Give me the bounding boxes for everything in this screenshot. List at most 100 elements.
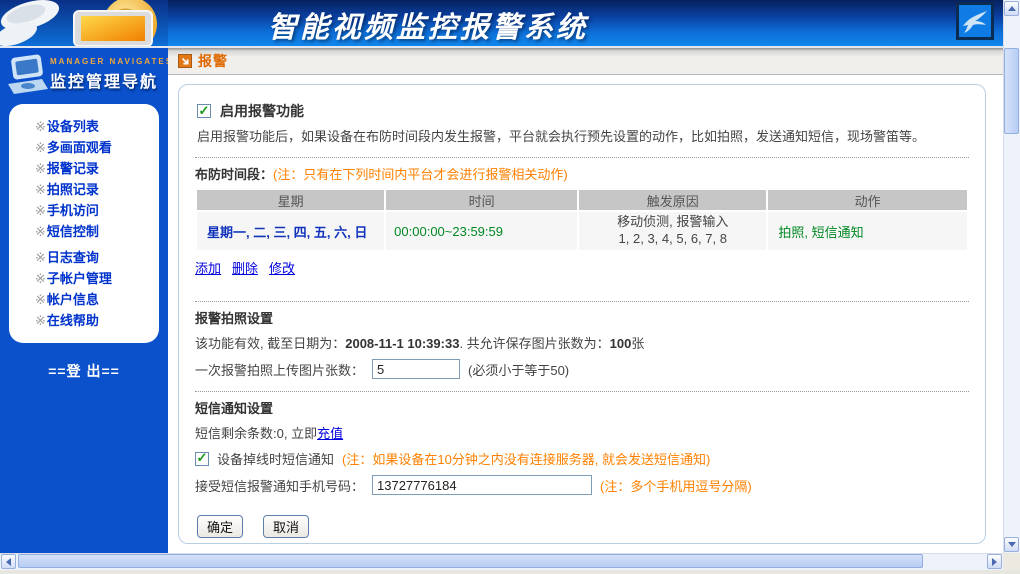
section-header: 报警 (168, 48, 1003, 75)
offline-sms-label: 设备掉线时短信通知 (217, 449, 334, 468)
max-count: 100 (610, 336, 632, 351)
chevron-down-icon (1008, 542, 1016, 547)
laptop-icon (4, 54, 50, 96)
phone-number-note: (注：多个手机用逗号分隔) (600, 476, 752, 495)
asterisk-icon: ※ (35, 271, 46, 286)
sidebar-item-label: 报警记录 (47, 161, 99, 176)
sidebar-item-label: 多画面观看 (47, 140, 112, 155)
upload-count-input[interactable] (372, 359, 460, 379)
sidebar-item-photo-records[interactable]: ※拍照记录 (35, 179, 159, 200)
add-link[interactable]: 添加 (195, 261, 221, 276)
scroll-down-button[interactable] (1004, 537, 1019, 552)
sidebar-header-zh: 监控管理导航 (50, 68, 173, 92)
horizontal-scrollbar-thumb[interactable] (18, 554, 923, 568)
valid-prefix: 该功能有效, 截至日期为： (195, 336, 345, 351)
col-action: 动作 (768, 190, 967, 210)
valid-mid: . 共允许保存图片张数为： (459, 336, 609, 351)
phone-number-row: 接受短信报警通知手机号码： (注：多个手机用逗号分隔) (195, 475, 969, 495)
asterisk-icon: ※ (35, 292, 46, 307)
photo-settings-title: 报警拍照设置 (195, 308, 969, 327)
chevron-left-icon (6, 558, 11, 566)
satellite-globe-logo-icon (0, 0, 168, 46)
recharge-link[interactable]: 充值 (317, 426, 343, 441)
asterisk-icon: ※ (35, 119, 46, 134)
scroll-right-button[interactable] (987, 554, 1002, 569)
sidebar-item-multi-view[interactable]: ※多画面观看 (35, 137, 159, 158)
trigger-line2: 1, 2, 3, 4, 5, 6, 7, 8 (579, 231, 766, 248)
table-header-row: 星期 时间 触发原因 动作 (197, 190, 967, 210)
button-row: 确定 取消 (197, 515, 969, 538)
sidebar-item-label: 短信控制 (47, 224, 99, 239)
offline-sms-checkbox[interactable] (195, 452, 209, 466)
chevron-right-icon (992, 558, 997, 566)
sidebar-item-label: 在线帮助 (47, 313, 99, 328)
logout-button[interactable]: ==登 出== (0, 361, 168, 381)
sidebar-item-sms-control[interactable]: ※短信控制 (35, 221, 159, 242)
vertical-scrollbar-thumb[interactable] (1004, 48, 1019, 134)
ok-button[interactable]: 确定 (197, 515, 243, 538)
upload-count-label: 一次报警拍照上传图片张数： (195, 360, 364, 379)
sms-remaining-label: 短信剩余条数:0, 立即 (195, 426, 317, 441)
sidebar-header-text: MANAGER NAVIGATES 监控管理导航 (50, 57, 173, 92)
sidebar-item-mobile-access[interactable]: ※手机访问 (35, 200, 159, 221)
divider (195, 301, 969, 302)
valid-date: 2008-11-1 10:39:33 (345, 336, 459, 351)
sidebar-item-subaccount[interactable]: ※子帐户管理 (35, 268, 159, 289)
valid-suffix: 张 (631, 336, 644, 351)
section-arrow-icon (178, 54, 192, 68)
schedule-title: 布防时间段： (195, 167, 273, 182)
schedule-links: 添加删除修改 (195, 258, 969, 277)
bottom-edge (0, 570, 1020, 574)
table-row[interactable]: 星期一, 二, 三, 四, 五, 六, 日 00:00:00~23:59:59 … (197, 212, 967, 250)
asterisk-icon: ※ (35, 182, 46, 197)
sidebar-item-alarm-records[interactable]: ※报警记录 (35, 158, 159, 179)
cell-time: 00:00:00~23:59:59 (386, 212, 577, 250)
sidebar-item-device-list[interactable]: ※设备列表 (35, 116, 159, 137)
trigger-line1: 移动侦测, 报警输入 (579, 214, 766, 231)
sidebar-item-label: 设备列表 (47, 119, 99, 134)
asterisk-icon: ※ (35, 161, 46, 176)
top-banner: 智能视频监控报警系统 (0, 0, 1003, 48)
horizontal-scrollbar[interactable] (0, 553, 1003, 570)
sidebar-item-log-query[interactable]: ※日志查询 (35, 247, 159, 268)
asterisk-icon: ※ (35, 140, 46, 155)
sidebar-item-label: 手机访问 (47, 203, 99, 218)
divider (195, 391, 969, 392)
sidebar-item-online-help[interactable]: ※在线帮助 (35, 310, 159, 331)
sidebar-item-label: 日志查询 (47, 250, 99, 265)
divider (195, 157, 969, 158)
upload-count-row: 一次报警拍照上传图片张数： (必须小于等于50) (195, 359, 969, 379)
col-week: 星期 (197, 190, 384, 210)
asterisk-icon: ※ (35, 224, 46, 239)
cell-trigger: 移动侦测, 报警输入 1, 2, 3, 4, 5, 6, 7, 8 (579, 212, 766, 250)
sidebar-item-label: 拍照记录 (47, 182, 99, 197)
sms-settings-title: 短信通知设置 (195, 398, 969, 417)
delete-link[interactable]: 删除 (232, 261, 258, 276)
asterisk-icon: ※ (35, 313, 46, 328)
sms-remaining-line: 短信剩余条数:0, 立即充值 (195, 423, 969, 442)
offline-sms-row: 设备掉线时短信通知 (注：如果设备在10分钟之内没有连接服务器, 就会发送短信通… (195, 449, 969, 468)
sidebar-item-account-info[interactable]: ※帐户信息 (35, 289, 159, 310)
offline-sms-note: (注：如果设备在10分钟之内没有连接服务器, 就会发送短信通知) (342, 449, 710, 468)
phone-number-label: 接受短信报警通知手机号码： (195, 476, 364, 495)
cell-action: 拍照, 短信通知 (768, 212, 967, 250)
cancel-button[interactable]: 取消 (263, 515, 309, 538)
schedule-note: (注：只有在下列时间内平台才会进行报警相关动作) (273, 167, 568, 182)
app-window: 智能视频监控报警系统 MANAGER NAVIGATES 监控管理导航 ※设备列… (0, 0, 1020, 574)
upload-count-note: (必须小于等于50) (468, 360, 569, 379)
scroll-left-button[interactable] (1, 554, 16, 569)
phone-number-input[interactable] (372, 475, 592, 495)
chevron-up-icon (1008, 6, 1016, 11)
sidebar-header-en: MANAGER NAVIGATES (50, 57, 173, 66)
col-time: 时间 (386, 190, 577, 210)
scroll-up-button[interactable] (1004, 1, 1019, 16)
enable-alarm-description: 启用报警功能后，如果设备在布防时间段内发生报警，平台就会执行预先设置的动作，比如… (197, 126, 969, 145)
sidebar-item-label: 帐户信息 (47, 292, 99, 307)
schedule-heading: 布防时间段：(注：只有在下列时间内平台才会进行报警相关动作) (195, 164, 969, 183)
vertical-scrollbar[interactable] (1003, 0, 1020, 553)
enable-alarm-checkbox[interactable] (197, 104, 211, 118)
swallow-logo[interactable] (956, 2, 994, 40)
modify-link[interactable]: 修改 (269, 261, 295, 276)
sidebar: MANAGER NAVIGATES 监控管理导航 ※设备列表 ※多画面观看 ※报… (0, 48, 168, 553)
asterisk-icon: ※ (35, 250, 46, 265)
